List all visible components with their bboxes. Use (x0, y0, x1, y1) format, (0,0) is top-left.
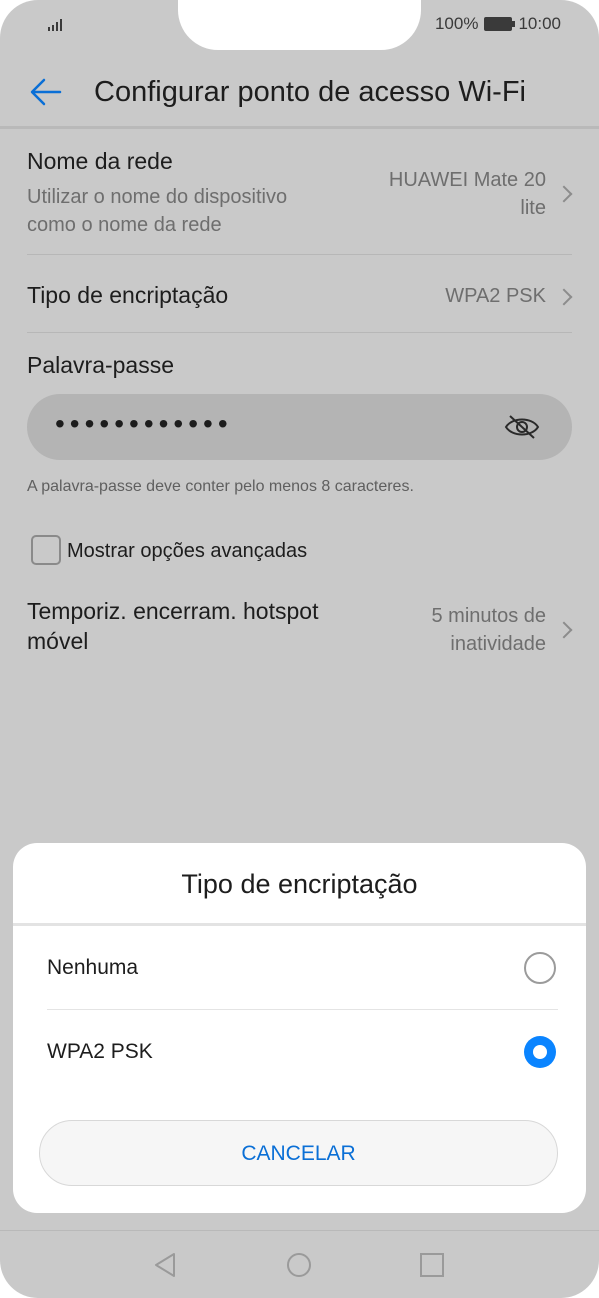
status-bar: 100% 10:00 (0, 0, 599, 50)
cancel-button[interactable]: CANCELAR (39, 1120, 558, 1186)
encryption-dialog: Tipo de encriptação Nenhuma WPA2 PSK CAN… (13, 843, 586, 1213)
clock: 10:00 (518, 14, 561, 33)
app-bar: Configurar ponto de acesso Wi-Fi (0, 62, 599, 124)
encryption-value: WPA2 PSK (445, 285, 546, 307)
battery-icon (484, 17, 516, 31)
option-divider (47, 1009, 558, 1010)
password-value: •••••••••••• (55, 408, 233, 439)
dialog-title: Tipo de encriptação (181, 869, 418, 899)
password-hint: A palavra-passe deve conter pelo menos 8… (27, 478, 414, 495)
signal-icon (48, 17, 62, 31)
eye-hidden-icon[interactable] (504, 414, 540, 440)
navigation-bar (0, 1230, 599, 1298)
page-title: Configurar ponto de acesso Wi-Fi (94, 76, 526, 108)
option-wpa2-radio[interactable] (524, 1036, 556, 1068)
phone-screen: 100% 10:00 Configurar ponto de acesso Wi… (0, 0, 599, 1298)
chevron-right-icon (555, 288, 573, 306)
option-none-radio[interactable] (524, 952, 556, 984)
nav-recents-icon[interactable] (418, 1251, 446, 1279)
network-name-row[interactable]: Nome da rede Utilizar o nome do disposit… (27, 148, 573, 255)
option-wpa2-label[interactable]: WPA2 PSK (47, 1040, 153, 1064)
option-none-label[interactable]: Nenhuma (47, 956, 138, 980)
nav-home-icon[interactable] (285, 1251, 313, 1279)
hotspot-timeout-value: 5 minutos de inatividade (431, 605, 546, 655)
hotspot-timeout-label: Temporiz. encerram. hotspot móvel (27, 598, 319, 654)
network-name-sub: Utilizar o nome do dispositivo como o no… (27, 186, 288, 236)
status-right: 100% 10:00 (435, 14, 561, 34)
hotspot-timeout-row[interactable]: Temporiz. encerram. hotspot móvel 5 minu… (27, 596, 573, 676)
advanced-options-checkbox[interactable] (31, 535, 61, 565)
advanced-options-label[interactable]: Mostrar opções avançadas (67, 540, 307, 563)
dialog-divider (13, 923, 586, 926)
password-label: Palavra-passe (27, 352, 175, 378)
chevron-right-icon (555, 621, 573, 639)
battery-percent: 100% (434, 14, 479, 33)
encryption-row[interactable]: Tipo de encriptação WPA2 PSK (27, 255, 573, 333)
header-divider (0, 126, 599, 129)
nav-back-icon[interactable] (152, 1251, 180, 1279)
encryption-label: Tipo de encriptação (27, 282, 229, 308)
chevron-right-icon (555, 185, 573, 203)
back-arrow-icon[interactable] (28, 74, 64, 110)
password-field[interactable]: •••••••••••• (27, 394, 572, 460)
network-name-value: HUAWEI Mate 20 lite (388, 169, 546, 219)
